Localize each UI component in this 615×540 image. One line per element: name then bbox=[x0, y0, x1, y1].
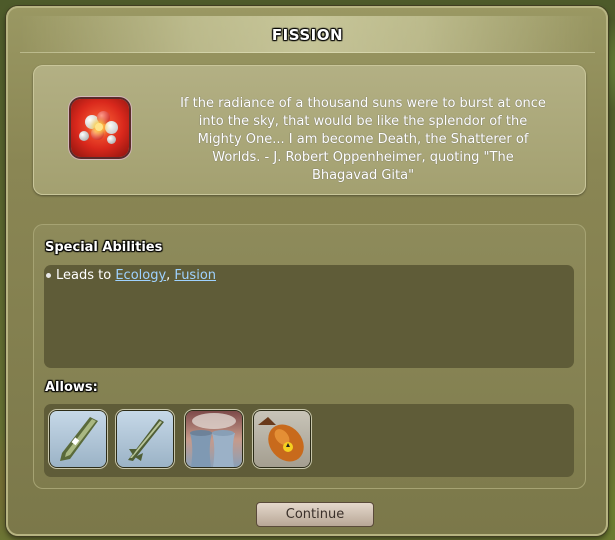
special-abilities-label: Special Abilities bbox=[45, 240, 163, 255]
dialog-title: FISSION bbox=[271, 26, 344, 44]
nuclear-plant-icon[interactable] bbox=[186, 411, 242, 467]
bullet-icon bbox=[46, 273, 51, 278]
nuclear-missile-icon[interactable] bbox=[50, 411, 106, 467]
atomic-bomb-icon[interactable] bbox=[254, 411, 310, 467]
leads-to-prefix: Leads to bbox=[56, 268, 112, 283]
fission-atom-icon bbox=[71, 99, 129, 157]
tech-quote: If the radiance of a thousand suns were … bbox=[180, 96, 546, 183]
allows-label: Allows: bbox=[45, 380, 98, 395]
continue-button[interactable]: Continue bbox=[256, 502, 374, 527]
link-fusion[interactable]: Fusion bbox=[174, 268, 216, 283]
leads-to-line: Leads to Ecology, Fusion bbox=[46, 268, 216, 283]
cruise-missile-icon[interactable] bbox=[117, 411, 173, 467]
link-ecology[interactable]: Ecology bbox=[115, 268, 166, 283]
